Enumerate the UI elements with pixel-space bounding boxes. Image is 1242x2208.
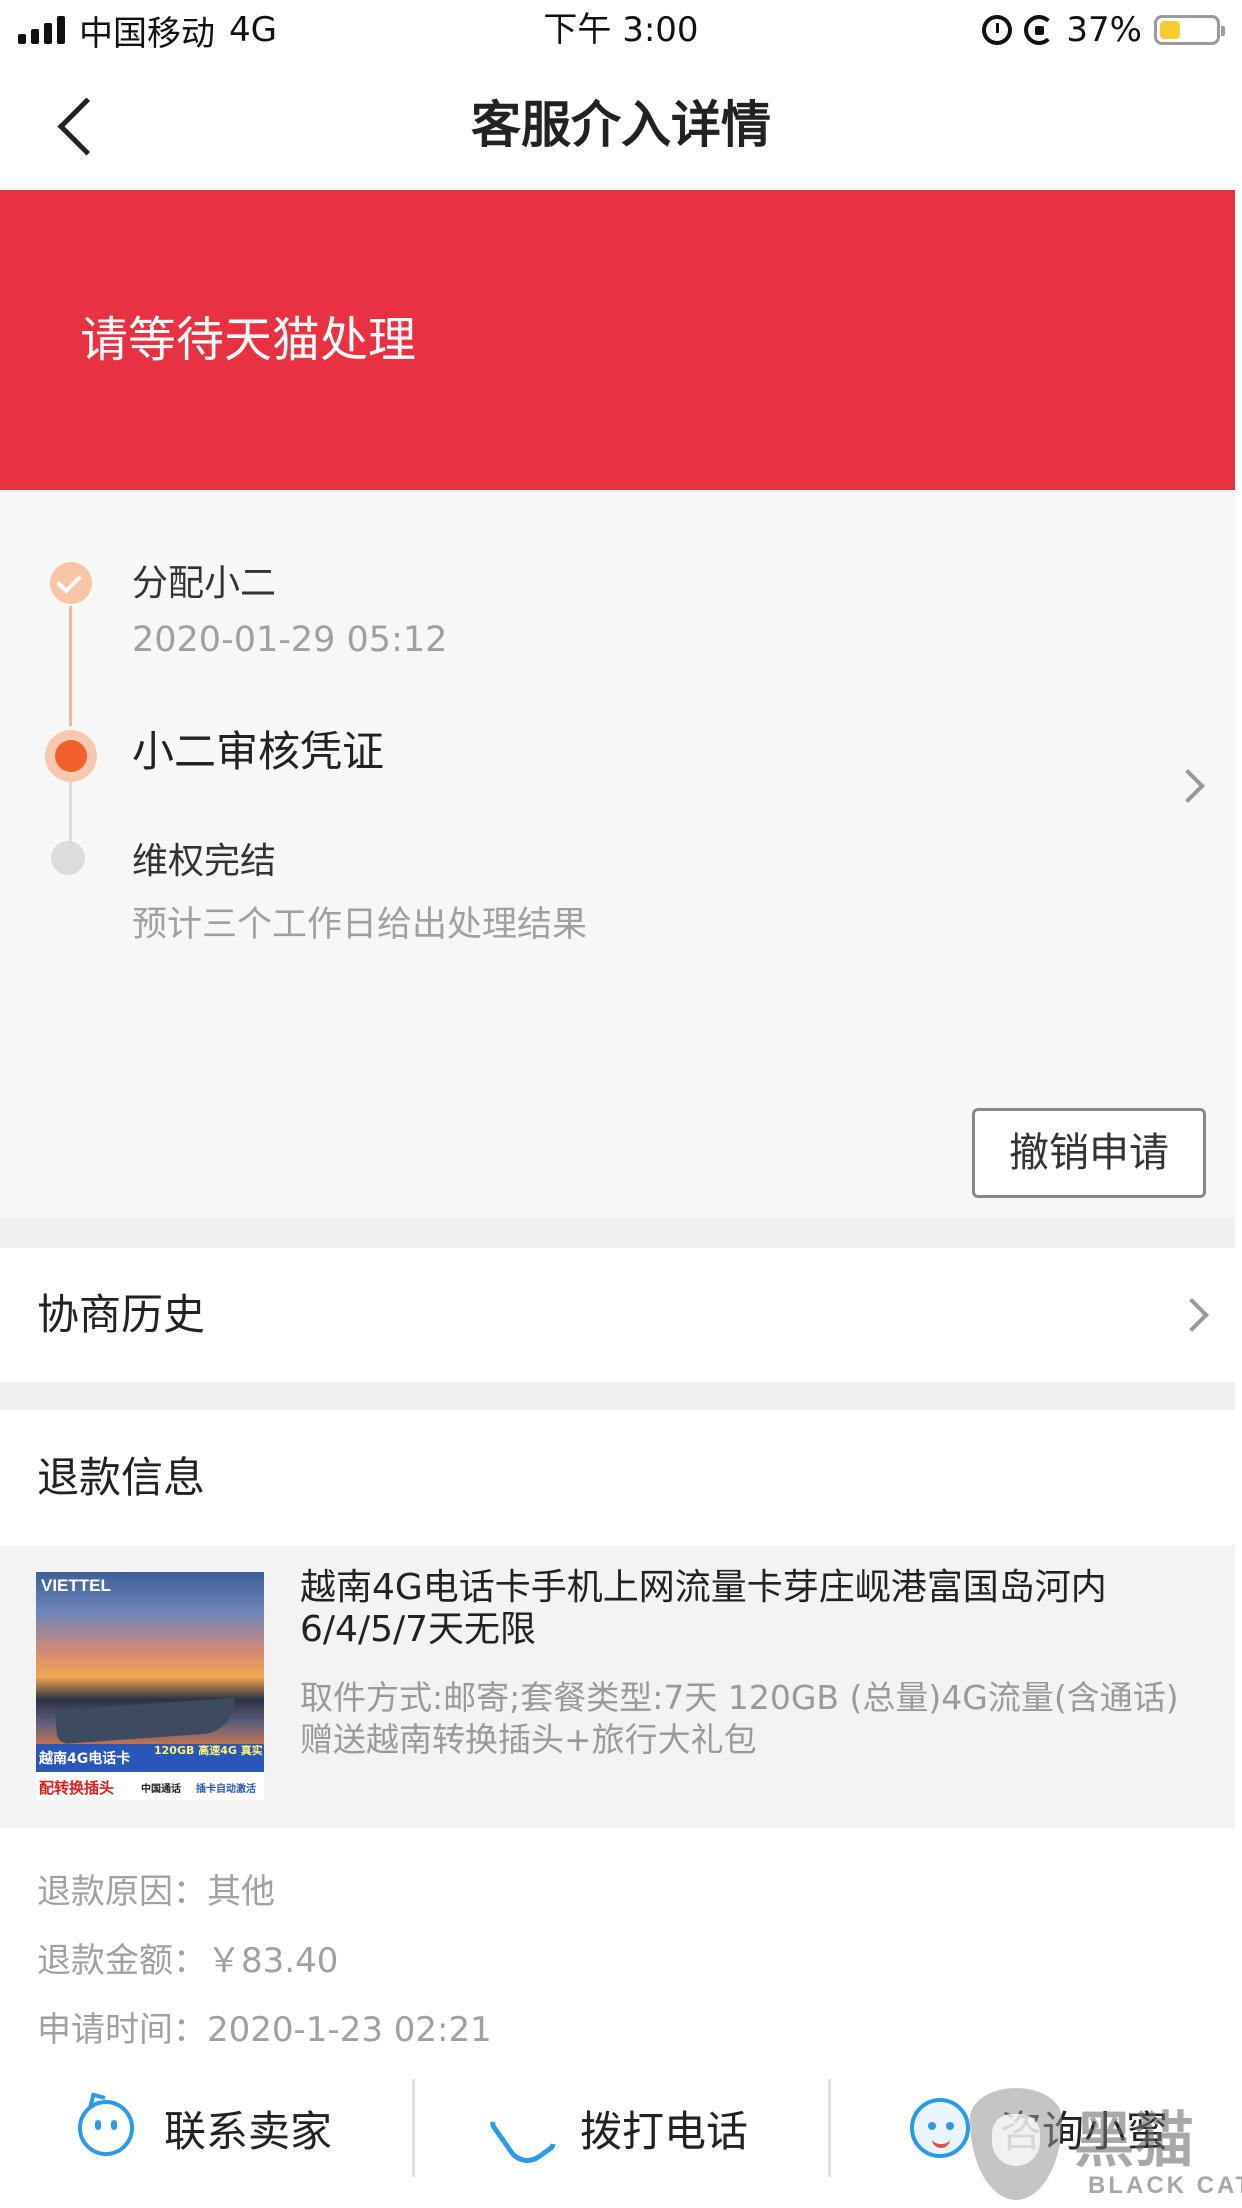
step-title-assign: 分配小二	[132, 563, 277, 604]
nav-bar: 客服介入详情	[0, 60, 1242, 190]
action-label: 联系卖家	[164, 2106, 333, 2156]
thumb-tag: 120GB 高速4G 真实流量可查询	[154, 1745, 262, 1757]
thumb-tag: 越南4G电话卡	[39, 1751, 131, 1767]
timeline-line-done	[69, 606, 72, 726]
thumb-brand-text: VIETTEL	[41, 1576, 111, 1595]
check-circle-icon	[50, 562, 92, 604]
battery-icon	[1154, 15, 1225, 45]
section-divider	[0, 1382, 1235, 1410]
boat-icon	[55, 1697, 237, 1745]
refund-details: 退款原因：其他 退款金额：￥83.40 申请时间：2020-1-23 02:21	[0, 1828, 1235, 2073]
action-label: 咨询小蜜	[1000, 2106, 1169, 2156]
step-time-assign: 2020-01-29 05:12	[132, 620, 448, 660]
history-label: 协商历史	[37, 1290, 206, 1339]
thumb-tag: 中国通话	[141, 1784, 181, 1795]
refund-info-header: 退款信息	[0, 1410, 1235, 1545]
apply-time: 申请时间：2020-1-23 02:21	[37, 2010, 492, 2050]
thumb-tag: 插卡自动激活	[196, 1784, 256, 1795]
cancel-request-button[interactable]: 撤销申请	[972, 1108, 1206, 1198]
step-title-review: 小二审核凭证	[132, 727, 385, 776]
phone-icon	[490, 2098, 550, 2158]
call-phone-button[interactable]: 拨打电话	[490, 2073, 748, 2183]
status-right: 37%	[982, 6, 1225, 54]
rotation-lock-icon	[1024, 15, 1055, 45]
step-note-complete: 预计三个工作日给出处理结果	[132, 905, 588, 945]
action-label: 拨打电话	[580, 2106, 749, 2156]
consult-assistant-button[interactable]: 咨询小蜜	[910, 2073, 1168, 2183]
contact-seller-button[interactable]: 联系卖家	[78, 2073, 332, 2183]
battery-fill	[1160, 21, 1180, 39]
action-divider	[828, 2079, 831, 2177]
chat-face-icon	[78, 2100, 134, 2156]
status-banner: 请等待天猫处理	[0, 190, 1235, 490]
chevron-right-icon[interactable]	[1171, 769, 1205, 803]
refund-info-title: 退款信息	[37, 1453, 206, 1502]
product-title[interactable]: 越南4G电话卡手机上网流量卡芽庄岘港富国岛河内6/4/5/7天无限	[300, 1567, 1200, 1651]
progress-section[interactable]: 分配小二 2020-01-29 05:12 小二审核凭证 维权完结 预计三个工作…	[0, 490, 1235, 1218]
chevron-right-icon	[1175, 1298, 1209, 1332]
bot-icon	[910, 2098, 970, 2158]
battery-percent: 37%	[1066, 10, 1142, 50]
status-bar: 中国移动 4G 下午 3:00 37%	[0, 0, 1242, 60]
negotiation-history-row[interactable]: 协商历史	[0, 1248, 1235, 1382]
product-thumbnail[interactable]: VIETTEL 越南4G电话卡 120GB 高速4G 真实流量可查询 配转换插头…	[36, 1572, 264, 1800]
section-divider	[0, 1218, 1235, 1248]
page-title: 客服介入详情	[471, 96, 771, 154]
alarm-icon	[982, 15, 1013, 45]
step-title-complete: 维权完结	[132, 841, 277, 882]
bottom-action-bar: 联系卖家 拨打电话 咨询小蜜	[0, 2073, 1242, 2208]
action-divider	[412, 2079, 415, 2177]
banner-text: 请等待天猫处理	[80, 312, 417, 368]
refund-amount: 退款金额：￥83.40	[37, 1941, 339, 1981]
product-description: 取件方式:邮寄;套餐类型:7天 120GB (总量)4G流量(含通话) 赠送越南…	[300, 1678, 1179, 1759]
product-card[interactable]: VIETTEL 越南4G电话卡 120GB 高速4G 真实流量可查询 配转换插头…	[0, 1545, 1235, 1828]
current-step-dot-icon	[45, 730, 97, 782]
pending-step-dot-icon	[51, 841, 85, 875]
thumb-tag: 配转换插头	[39, 1779, 115, 1797]
refund-reason: 退款原因：其他	[37, 1872, 275, 1912]
